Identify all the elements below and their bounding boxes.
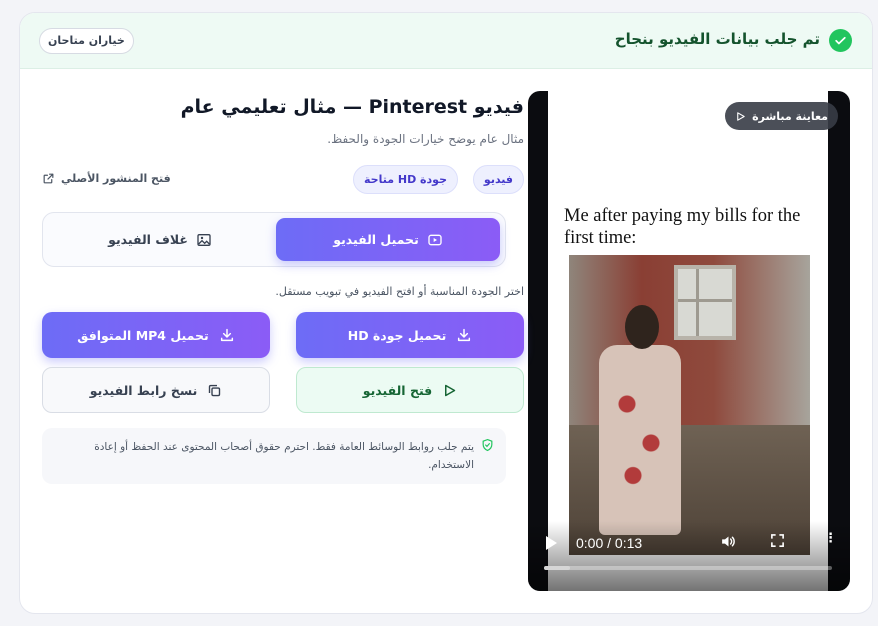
- copyright-notice: يتم جلب روابط الوسائط العامة فقط. احترم …: [42, 428, 506, 484]
- download-hd-label: تحميل جودة HD: [347, 327, 447, 343]
- open-video-label: فتح الفيديو: [362, 382, 433, 398]
- quality-hint: اختر الجودة المناسبة أو افتح الفيديو في …: [275, 285, 524, 298]
- copy-icon: [207, 383, 222, 398]
- download-icon: [219, 327, 235, 343]
- video-icon: [427, 232, 443, 248]
- volume-icon[interactable]: [720, 533, 737, 550]
- fullscreen-icon[interactable]: [770, 533, 785, 548]
- copy-video-link-button[interactable]: نسخ رابط الفيديو: [42, 367, 270, 413]
- success-message: تم جلب بيانات الفيديو بنجاح: [614, 30, 820, 48]
- seek-progress: [544, 566, 570, 570]
- video-controls: [528, 521, 850, 591]
- video-frame: Me after paying my bills for the first t…: [548, 91, 828, 591]
- mode-tabs: تحميل الفيديو غلاف الفيديو: [42, 212, 506, 267]
- download-hd-button[interactable]: تحميل جودة HD: [296, 312, 524, 358]
- video-thumbnail: [569, 255, 810, 555]
- play-icon: [442, 383, 457, 398]
- tab-download-label: تحميل الفيديو: [333, 232, 419, 247]
- seek-bar[interactable]: [544, 566, 832, 570]
- shield-check-icon: [481, 438, 494, 452]
- open-original-post-link[interactable]: فتح المنشور الأصلي: [42, 172, 171, 185]
- download-icon: [456, 327, 472, 343]
- tag-hd-quality: جودة HD متاحة: [353, 165, 458, 194]
- video-preview[interactable]: Me after paying my bills for the first t…: [528, 91, 850, 591]
- image-icon: [196, 232, 212, 248]
- open-video-button[interactable]: فتح الفيديو: [296, 367, 524, 413]
- tab-download-video[interactable]: تحميل الفيديو: [276, 218, 500, 261]
- external-link-icon: [42, 172, 55, 185]
- options-count-badge: خياران متاحان: [39, 28, 134, 54]
- notice-text: يتم جلب روابط الوسائط العامة فقط. احترم …: [94, 441, 474, 471]
- tab-video-cover[interactable]: غلاف الفيديو: [48, 218, 272, 261]
- download-mp4-label: تحميل MP4 المتوافق: [77, 327, 209, 343]
- live-preview-badge: معاينة مباشرة: [725, 102, 838, 130]
- more-options-icon[interactable]: ⋮: [824, 531, 837, 546]
- tab-cover-label: غلاف الفيديو: [108, 232, 188, 247]
- play-outline-icon: [735, 111, 746, 122]
- tag-video: فيديو: [472, 165, 524, 194]
- open-original-post-label: فتح المنشور الأصلي: [61, 172, 171, 185]
- check-circle-icon: [829, 29, 852, 52]
- video-subtitle: مثال عام يوضح خيارات الجودة والحفظ.: [327, 132, 524, 146]
- video-time: 0:00 / 0:13: [576, 535, 643, 551]
- success-header: تم جلب بيانات الفيديو بنجاح خياران متاحا…: [20, 13, 872, 69]
- play-icon[interactable]: [546, 536, 557, 550]
- live-preview-label: معاينة مباشرة: [752, 109, 828, 123]
- download-mp4-button[interactable]: تحميل MP4 المتوافق: [42, 312, 270, 358]
- result-card: تم جلب بيانات الفيديو بنجاح خياران متاحا…: [19, 12, 873, 614]
- video-caption: Me after paying my bills for the first t…: [564, 206, 801, 248]
- video-title: فيديو Pinterest — مثال تعليمي عام: [180, 96, 524, 118]
- copy-video-link-label: نسخ رابط الفيديو: [89, 382, 198, 398]
